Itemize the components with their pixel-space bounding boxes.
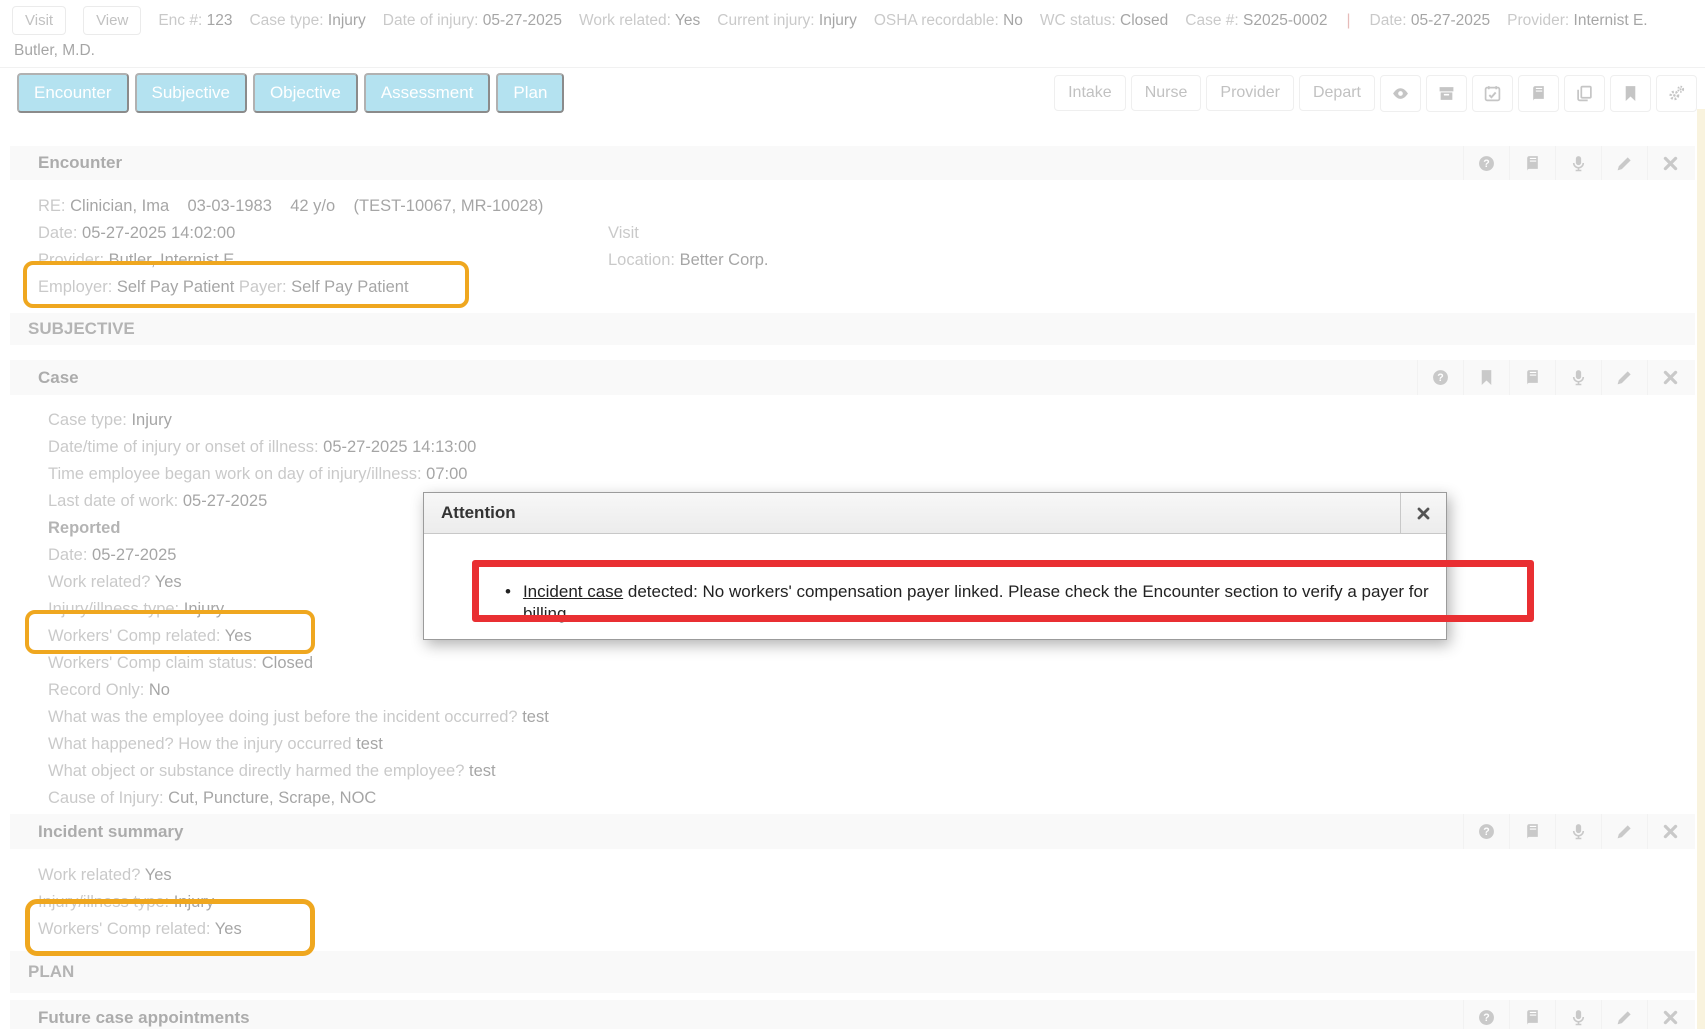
- tab-plan[interactable]: Plan: [496, 73, 564, 113]
- attention-modal-header: Attention: [424, 493, 1446, 534]
- top-provider: Provider: Internist E.: [1507, 12, 1647, 30]
- osha-recordable: OSHA recordable: No: [874, 12, 1023, 30]
- section-tabs: Encounter Subjective Objective Assessmen…: [17, 73, 564, 113]
- close-icon[interactable]: [1647, 360, 1693, 395]
- view-button[interactable]: View: [83, 6, 141, 35]
- field-row: Date/time of injury or onset of illness:…: [48, 434, 1695, 461]
- provider-button[interactable]: Provider: [1206, 75, 1294, 111]
- tab-assessment[interactable]: Assessment: [364, 73, 491, 113]
- nurse-button[interactable]: Nurse: [1131, 75, 1202, 111]
- help-icon[interactable]: [1463, 1000, 1509, 1029]
- future-header-icons: [1463, 1000, 1695, 1029]
- field-row: What happened? How the injury occurred t…: [48, 731, 1695, 758]
- intake-button[interactable]: Intake: [1054, 75, 1126, 111]
- modal-close-icon[interactable]: [1400, 493, 1446, 533]
- right-edge-strip: [1697, 109, 1705, 1029]
- separator: |: [1344, 12, 1352, 30]
- encounter-date-row: Date: 05-27-2025 14:02:00 Visit: [38, 220, 1695, 247]
- field-row: Case type: Injury: [48, 407, 1695, 434]
- visit-button[interactable]: Visit: [12, 6, 66, 35]
- field-row: Workers' Comp claim status: Closed: [48, 650, 1695, 677]
- subjective-heading: SUBJECTIVE: [10, 313, 1695, 345]
- encounter-page: ? Visit View Enc #: 123 Case type: Injur…: [0, 0, 1705, 1029]
- tab-subjective[interactable]: Subjective: [135, 73, 247, 113]
- highlight-incident-workers-comp: [25, 899, 315, 956]
- journal-icon[interactable]: [1509, 146, 1555, 180]
- field-row: What object or substance directly harmed…: [48, 758, 1695, 785]
- encounter-title: Encounter: [10, 153, 122, 173]
- highlight-case-workers-comp: [25, 610, 315, 654]
- top-provider-wrap: Butler, M.D.: [12, 35, 1693, 60]
- case-header-icons: [1417, 360, 1695, 395]
- enc-number: Enc #: 123: [158, 12, 232, 30]
- incident-header-icons: [1463, 814, 1695, 849]
- case-section-header: Case: [10, 360, 1695, 395]
- top-info-row: Visit View Enc #: 123 Case type: Injury …: [12, 6, 1693, 35]
- top-date: Date: 05-27-2025: [1370, 12, 1491, 30]
- future-appointments-header: Future case appointments: [10, 1000, 1695, 1029]
- microphone-icon[interactable]: [1555, 360, 1601, 395]
- depart-button[interactable]: Depart: [1299, 75, 1375, 111]
- top-info-bar: Visit View Enc #: 123 Case type: Injury …: [0, 0, 1705, 60]
- field-row: Work related? Yes: [38, 862, 1695, 889]
- work-related: Work related: Yes: [579, 12, 700, 30]
- attention-modal-title: Attention: [424, 503, 516, 523]
- journal-icon[interactable]: [1518, 75, 1559, 112]
- help-icon[interactable]: [1417, 360, 1463, 395]
- highlight-employer-payer: [23, 261, 469, 308]
- patient-line: RE: Clinician, Ima 03-03-1983 42 y/o (TE…: [38, 193, 1695, 220]
- copy-icon[interactable]: [1564, 75, 1605, 112]
- edit-pencil-icon[interactable]: [1601, 360, 1647, 395]
- archive-icon[interactable]: [1426, 75, 1467, 112]
- current-injury: Current injury: Injury: [717, 12, 857, 30]
- wc-status: WC status: Closed: [1040, 12, 1168, 30]
- case-type: Case type: Injury: [249, 12, 365, 30]
- calendar-check-icon[interactable]: [1472, 75, 1513, 112]
- microphone-icon[interactable]: [1555, 1000, 1601, 1029]
- close-icon[interactable]: [1647, 1000, 1693, 1029]
- field-row: Record Only: No: [48, 677, 1695, 704]
- highlight-attention-message: [472, 560, 1534, 622]
- location: Location: Better Corp.: [608, 247, 769, 274]
- microphone-icon[interactable]: [1555, 814, 1601, 849]
- incident-summary-title: Incident summary: [10, 822, 184, 842]
- journal-icon[interactable]: [1509, 814, 1555, 849]
- toolbar: Encounter Subjective Objective Assessmen…: [0, 67, 1705, 118]
- microphone-icon[interactable]: [1555, 146, 1601, 180]
- plan-heading: PLAN: [10, 951, 1695, 993]
- toolbar-right: Intake Nurse Provider Depart: [1054, 75, 1697, 112]
- future-appointments-title: Future case appointments: [10, 1008, 250, 1028]
- close-icon[interactable]: [1647, 146, 1693, 180]
- bookmark-icon[interactable]: [1610, 75, 1651, 112]
- journal-icon[interactable]: [1509, 360, 1555, 395]
- tab-objective[interactable]: Objective: [253, 73, 358, 113]
- journal-icon[interactable]: [1509, 1000, 1555, 1029]
- case-number: Case #: S2025-0002: [1185, 12, 1327, 30]
- edit-pencil-icon[interactable]: [1601, 814, 1647, 849]
- field-row: Cause of Injury: Cut, Puncture, Scrape, …: [48, 785, 1695, 812]
- date-of-injury: Date of injury: 05-27-2025: [383, 12, 562, 30]
- help-icon[interactable]: [1463, 814, 1509, 849]
- eye-icon[interactable]: [1380, 75, 1421, 112]
- incident-summary-header: Incident summary: [10, 814, 1695, 849]
- visit-column-label: Visit: [608, 220, 639, 247]
- edit-pencil-icon[interactable]: [1601, 146, 1647, 180]
- gears-icon[interactable]: [1656, 75, 1697, 112]
- case-title: Case: [10, 368, 79, 388]
- encounter-section-header: Encounter: [10, 146, 1695, 180]
- edit-pencil-icon[interactable]: [1601, 1000, 1647, 1029]
- tab-encounter[interactable]: Encounter: [17, 73, 129, 113]
- bookmark-icon[interactable]: [1463, 360, 1509, 395]
- help-icon[interactable]: [1463, 146, 1509, 180]
- field-row: What was the employee doing just before …: [48, 704, 1695, 731]
- encounter-header-icons: [1463, 146, 1695, 180]
- close-icon[interactable]: [1647, 814, 1693, 849]
- field-row: Time employee began work on day of injur…: [48, 461, 1695, 488]
